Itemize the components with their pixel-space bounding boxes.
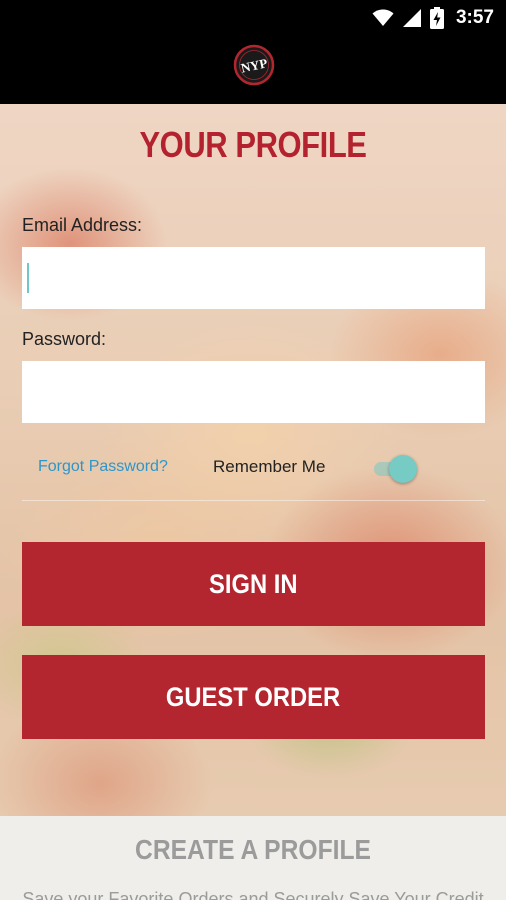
- toggle-thumb: [389, 455, 417, 483]
- status-time: 3:57: [455, 7, 494, 28]
- cell-signal-icon: [402, 9, 421, 27]
- profile-panel: YOUR PROFILE Email Address: Password: Fo…: [0, 104, 506, 816]
- app-header: NYP: [0, 36, 506, 104]
- text-cursor: [27, 263, 29, 293]
- status-icons: 3:57: [372, 6, 494, 30]
- create-profile-title: CREATE A PROFILE: [135, 834, 371, 865]
- password-field[interactable]: [22, 361, 485, 423]
- status-bar: 3:57: [0, 0, 506, 36]
- nyp-logo: NYP: [233, 44, 275, 86]
- password-label: Password:: [22, 329, 107, 349]
- guest-order-button-label: GUEST ORDER: [166, 682, 341, 712]
- app-screen: 3:57 NYP YOUR PROFILE Email Address: Pas…: [0, 0, 506, 900]
- sign-in-button-label: SIGN IN: [209, 569, 298, 599]
- email-label: Email Address:: [22, 215, 143, 235]
- page-title: YOUR PROFILE: [139, 124, 367, 165]
- remember-me-toggle[interactable]: [370, 454, 420, 484]
- create-profile-panel: CREATE A PROFILE Save your Favorite Orde…: [0, 816, 506, 900]
- wifi-icon: [372, 9, 394, 26]
- battery-charging-icon: [429, 7, 444, 29]
- forgot-password-link[interactable]: Forgot Password?: [38, 458, 168, 476]
- remember-me-label: Remember Me: [213, 457, 326, 476]
- create-profile-description: Save your Favorite Orders and Securely S…: [22, 889, 484, 900]
- guest-order-button[interactable]: GUEST ORDER: [22, 655, 485, 739]
- divider: [22, 500, 485, 501]
- sign-in-button[interactable]: SIGN IN: [22, 542, 485, 626]
- email-field[interactable]: [22, 247, 485, 309]
